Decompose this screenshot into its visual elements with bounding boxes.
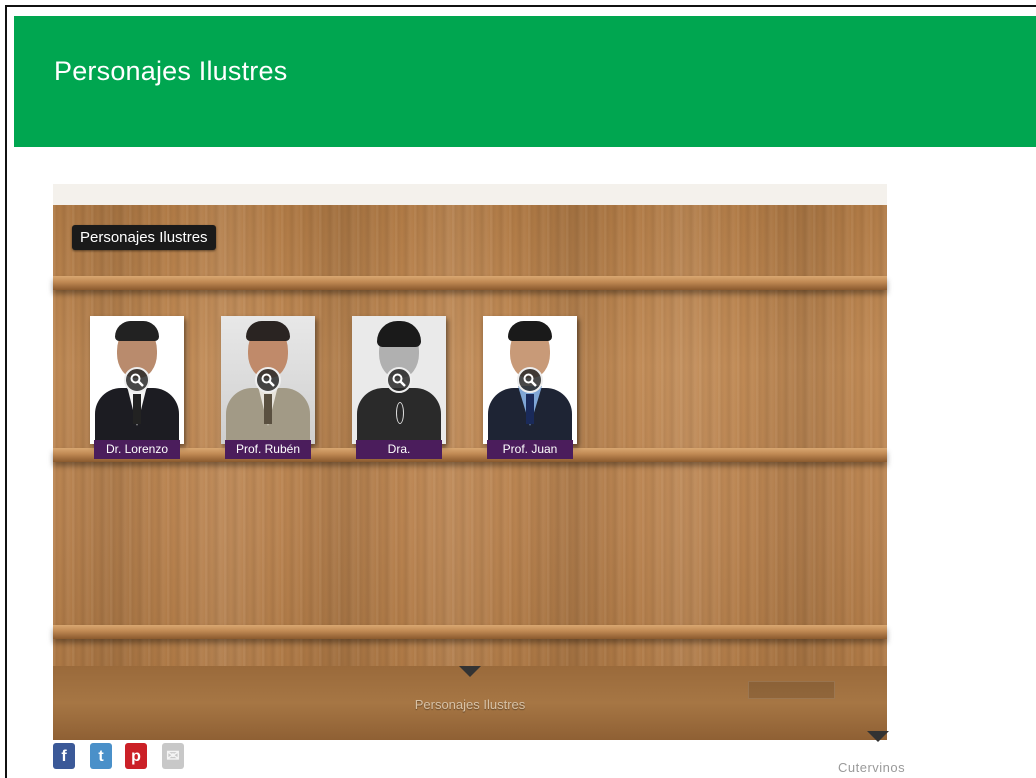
bookshelf-widget: Personajes Ilustres Dr. Lorenzo Prof. Ru…: [53, 184, 887, 740]
facebook-icon[interactable]: f: [53, 743, 75, 769]
zoom-icon[interactable]: [255, 367, 281, 393]
book-label[interactable]: Prof. Rubén: [225, 440, 311, 459]
collapse-arrow-icon[interactable]: [867, 731, 889, 742]
book-item[interactable]: Dra.: [352, 316, 446, 459]
email-icon[interactable]: ✉: [162, 743, 184, 769]
shelf-board: [53, 276, 887, 290]
twitter-icon[interactable]: t: [90, 743, 112, 769]
zoom-icon[interactable]: [517, 367, 543, 393]
zoom-icon[interactable]: [386, 367, 412, 393]
credit-link[interactable]: Cutervinos: [838, 760, 905, 775]
expand-arrow-icon[interactable]: [459, 666, 481, 677]
book-item[interactable]: Prof. Rubén: [221, 316, 315, 459]
book-label[interactable]: Dra.: [356, 440, 442, 459]
zoom-icon[interactable]: [124, 367, 150, 393]
book-label[interactable]: Prof. Juan: [487, 440, 573, 459]
shelf-footer-caption: Personajes Ilustres: [414, 697, 526, 712]
site-header: Personajes Ilustres: [14, 16, 1036, 147]
shelf-title: Personajes Ilustres: [72, 225, 216, 250]
book-label[interactable]: Dr. Lorenzo: [94, 440, 180, 459]
book-item[interactable]: Dr. Lorenzo: [90, 316, 184, 459]
book-item[interactable]: Prof. Juan: [483, 316, 577, 459]
pinterest-icon[interactable]: p: [125, 743, 147, 769]
shelf-board: [53, 625, 887, 639]
page-title: Personajes Ilustres: [54, 56, 288, 86]
